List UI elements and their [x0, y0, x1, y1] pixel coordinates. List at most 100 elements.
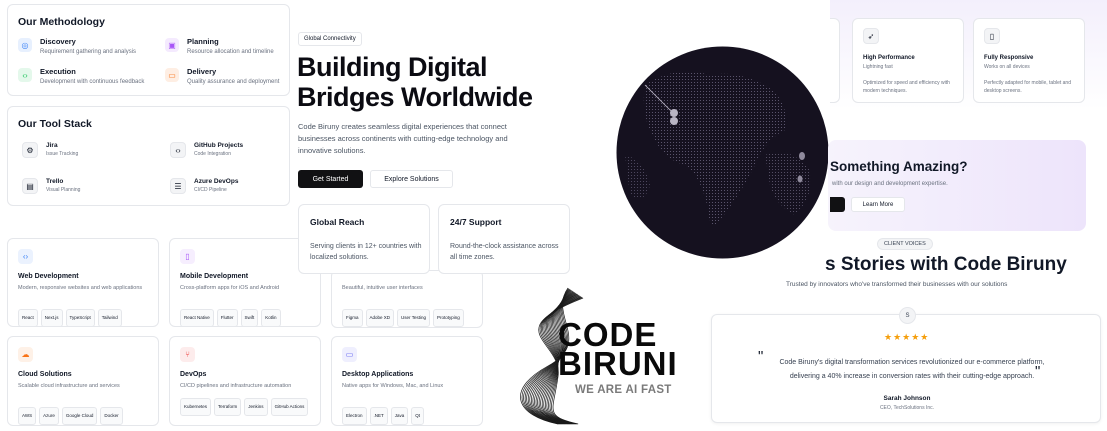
- quote-open-icon: ": [758, 348, 764, 365]
- globe-illustration: [616, 46, 829, 259]
- tech-tag: Prototyping: [432, 309, 464, 327]
- service-desc: Modern, responsive websites and web appl…: [18, 285, 143, 291]
- tech-tag: .NET: [369, 407, 388, 425]
- service-desc: Cross-platform apps for iOS and Android: [180, 285, 280, 291]
- tech-tag: GitHub Actions: [270, 398, 309, 416]
- code-icon: ‹›: [18, 68, 32, 82]
- service-desc: CI/CD pipelines and infrastructure autom…: [180, 383, 292, 389]
- code-icon: ‹›: [18, 249, 33, 264]
- methodology-card: Our Methodology ◎ Discovery Requirement ga…: [7, 4, 290, 96]
- explore-solutions-button[interactable]: Explore Solutions: [370, 170, 453, 188]
- code-icon: ‹›: [170, 142, 186, 158]
- feature-card: ▯ Fully Responsive Works on all devices Per…: [973, 18, 1085, 103]
- methodology-item: ▣ Planning Resource allocation and timelin…: [165, 37, 295, 61]
- feature-title: Fully Responsive: [984, 55, 1034, 61]
- service-desc: Beautiful, intuitive user interfaces: [342, 285, 423, 291]
- tech-tag: Electron: [342, 407, 367, 425]
- testimonials-title: s Stories with Code Biruny: [825, 254, 1067, 275]
- tech-tag: Docker: [100, 407, 123, 425]
- tech-tag: TypeScript: [65, 309, 95, 327]
- calendar-icon: ▣: [165, 38, 179, 52]
- tool-item-name: Trello: [46, 178, 64, 185]
- tool-item-desc: Visual Planning: [46, 187, 81, 193]
- toolstack-title: Our Tool Stack: [18, 118, 92, 130]
- hero-card-title: 24/7 Support: [450, 217, 502, 227]
- feature-card: ➶ High Performance Lightning fast Optimized…: [852, 18, 964, 103]
- testimonial-quote: Code Biruny's digital transformation ser…: [779, 359, 1045, 380]
- testimonial-role: CEO, TechSolutions Inc.: [879, 405, 935, 411]
- cta-title: Something Amazing?: [830, 159, 968, 174]
- service-title: Web Development: [18, 273, 79, 280]
- methodology-title: Our Methodology: [18, 16, 105, 28]
- service-tags: Kubernetes Terraform Jenkins GitHub Actions: [180, 398, 315, 416]
- methodology-item: ◎ Discovery Requirement gathering and anal…: [18, 37, 148, 61]
- service-title: Desktop Applications: [342, 371, 414, 378]
- client-voices-badge: CLIENT VOICES: [877, 238, 933, 250]
- service-card[interactable]: ‹› Web Development Modern, responsive webs…: [7, 238, 159, 327]
- tool-item-desc: CI/CD Pipeline: [194, 187, 227, 193]
- service-card[interactable]: Beautiful, intuitive user interfaces Figm…: [331, 270, 483, 328]
- get-started-button[interactable]: Get Started: [298, 170, 363, 188]
- tech-tag: Kotlin: [261, 309, 281, 327]
- feature-desc: Optimized for speed and efficiency with …: [863, 80, 950, 94]
- logo-biruni: BIRUNI: [558, 345, 678, 382]
- service-tags: Electron .NET Java Qt: [342, 407, 477, 425]
- phone-icon: ▯: [180, 249, 195, 264]
- testimonial-author: Sarah Johnson: [883, 395, 931, 402]
- methodology-item: ‹› Execution Development with continuous f…: [18, 67, 148, 91]
- avatar: S: [899, 307, 916, 324]
- tech-tag: Terraform: [214, 398, 242, 416]
- methodology-item-title: Execution: [40, 67, 76, 76]
- hero-badge: Global Connectivity: [298, 32, 362, 46]
- methodology-item-desc: Resource allocation and timeline: [187, 49, 274, 55]
- methodology-item-title: Delivery: [187, 67, 217, 76]
- tech-tag: Swift: [240, 309, 259, 327]
- logo-tagline: WE ARE AI FAST: [575, 384, 672, 396]
- monitor-icon: ▭: [342, 347, 357, 362]
- tool-item: ‹› GitHub Projects Code Integration: [170, 141, 300, 163]
- methodology-item-desc: Quality assurance and deployment: [187, 79, 280, 85]
- service-desc: Native apps for Windows, Mac, and Linux: [342, 383, 444, 389]
- tech-tag: Next.js: [40, 309, 63, 327]
- hero-subtitle: Code Biruny creates seamless digital exp…: [298, 122, 508, 155]
- tech-tag: Flutter: [216, 309, 238, 327]
- learn-more-button[interactable]: Learn More: [851, 197, 905, 212]
- methodology-item-title: Planning: [187, 37, 219, 46]
- target-icon: ◎: [18, 38, 32, 52]
- cta-primary-button[interactable]: [830, 197, 845, 212]
- service-desc: Scalable cloud infrastructure and servic…: [18, 383, 120, 389]
- tool-item-desc: Issue Tracking: [46, 151, 79, 157]
- tool-item: ▤ Trello Visual Planning: [22, 177, 152, 199]
- tool-item-name: Jira: [46, 142, 58, 149]
- rocket-icon: ➶: [863, 28, 879, 44]
- service-card[interactable]: ⑂ DevOps CI/CD pipelines and infrastructur…: [169, 336, 321, 426]
- service-title: Cloud Solutions: [18, 371, 72, 378]
- service-tags: React Native Flutter Swift Kotlin: [180, 309, 315, 327]
- tech-tag: User Testing: [397, 309, 430, 327]
- hero-card-support: 24/7 Support Round-the-clock assistance …: [438, 204, 570, 274]
- hero-card-title: Global Reach: [310, 217, 365, 227]
- tech-tag: Kubernetes: [180, 398, 212, 416]
- board-icon: ▤: [22, 178, 38, 194]
- service-tags: React Next.js TypeScript Tailwind: [18, 309, 153, 327]
- cta-desc: with our design and development expertis…: [832, 181, 948, 187]
- tech-tag: Tailwind: [97, 309, 122, 327]
- gear-icon: ⚙: [22, 142, 38, 158]
- methodology-item-desc: Development with continuous feedback: [40, 79, 145, 85]
- cloud-icon: ☁: [18, 347, 33, 362]
- hero-title-line1: Building Digital: [297, 52, 487, 82]
- rating-stars: ★★★★★: [884, 332, 930, 342]
- service-card[interactable]: ☁ Cloud Solutions Scalable cloud infrastru…: [7, 336, 159, 426]
- tech-tag: Google Cloud: [61, 407, 98, 425]
- testimonials-subtitle: Trusted by innovators who've transformed…: [786, 281, 1008, 288]
- service-card[interactable]: ▭ Desktop Applications Native apps for Win…: [331, 336, 483, 426]
- service-tags: Figma Adobe XD User Testing Prototyping: [342, 309, 477, 327]
- tech-tag: Jenkins: [244, 398, 268, 416]
- methodology-item: ▭ Delivery Quality assurance and deploymen…: [165, 67, 295, 91]
- methodology-item-title: Discovery: [40, 37, 76, 46]
- branch-icon: ⑂: [180, 347, 195, 362]
- tech-tag: Figma: [342, 309, 363, 327]
- tool-item-desc: Code Integration: [194, 151, 231, 157]
- tool-item-name: Azure DevOps: [194, 178, 239, 185]
- service-title: Mobile Development: [180, 273, 249, 280]
